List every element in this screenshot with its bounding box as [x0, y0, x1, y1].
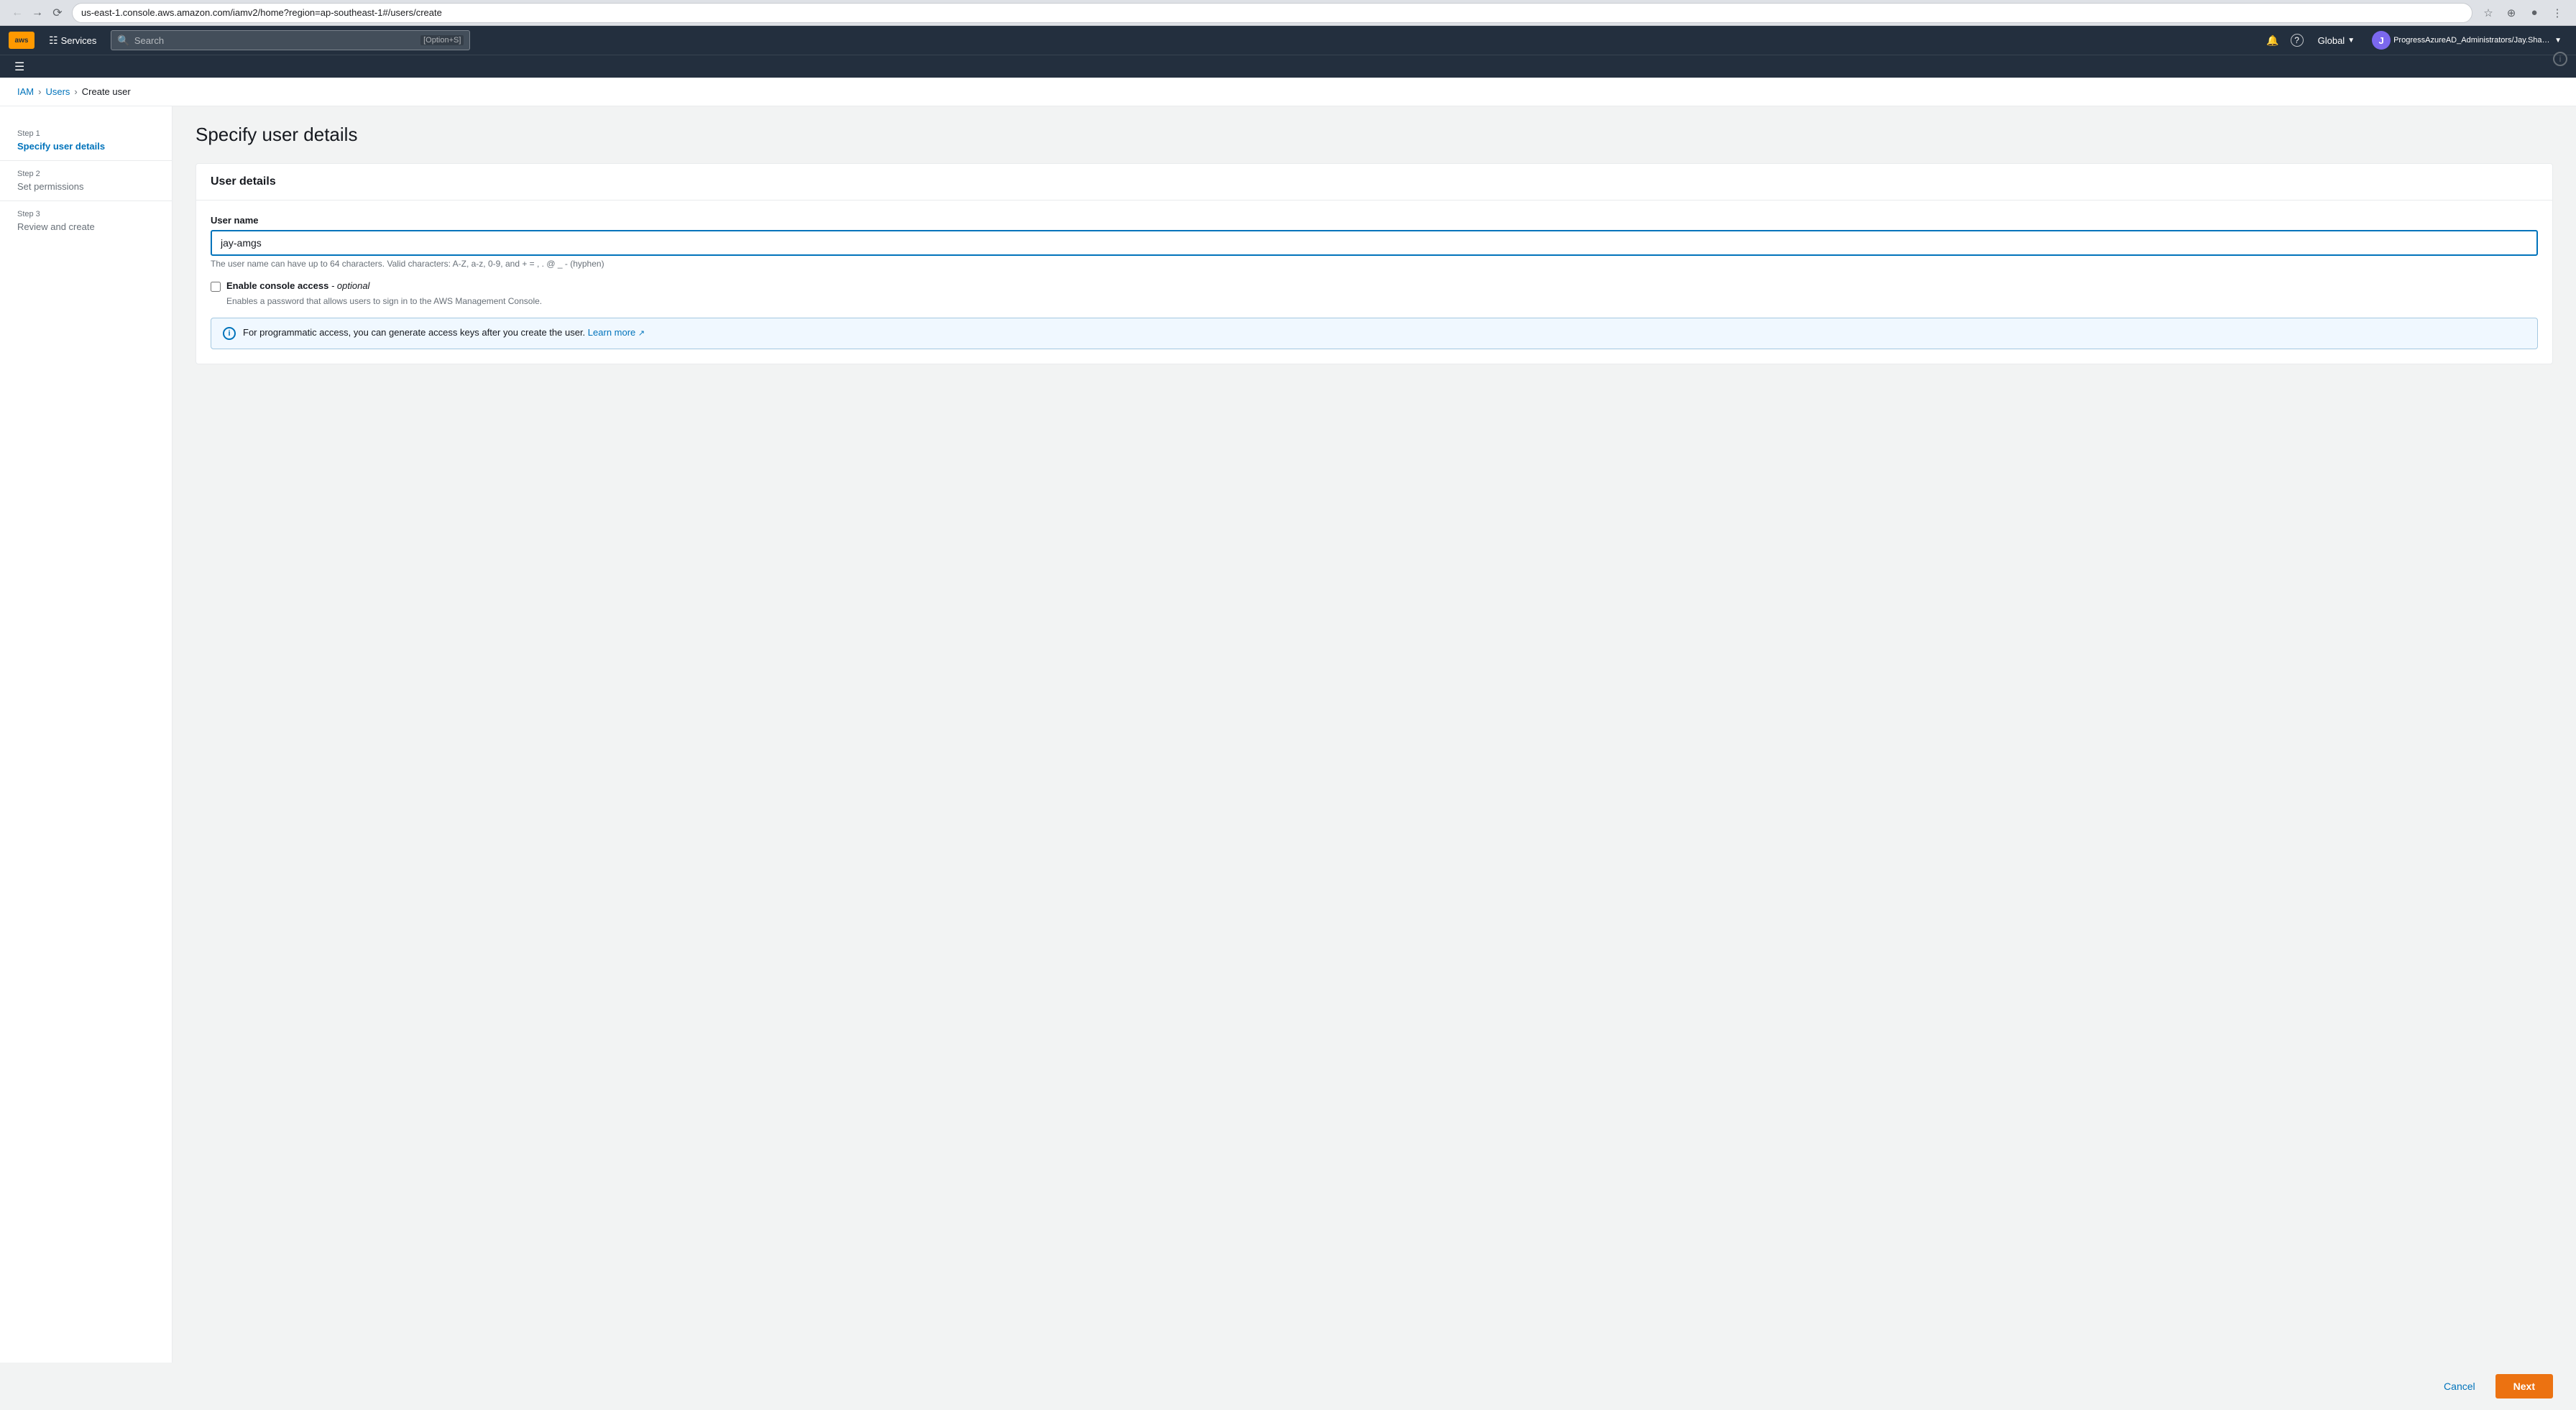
username-form-group: User name The user name can have up to 6… — [211, 215, 2538, 269]
info-circle-icon: i — [223, 327, 236, 340]
services-label: Services — [61, 35, 97, 46]
footer-actions: Cancel Next — [0, 1363, 2576, 1410]
aws-logo[interactable]: aws — [9, 32, 34, 49]
console-access-checkbox[interactable] — [211, 282, 221, 292]
aws-logo-icon: aws — [9, 32, 34, 49]
browser-refresh-button[interactable]: ⟳ — [49, 4, 66, 22]
region-button[interactable]: Global ▼ — [2312, 32, 2360, 49]
browser-bookmark-button[interactable]: ☆ — [2478, 3, 2498, 23]
search-icon: 🔍 — [117, 34, 129, 47]
sidebar: Step 1 Specify user details Step 2 Set p… — [0, 106, 172, 1363]
card-title: User details — [211, 175, 2538, 188]
content-area: Specify user details User details User n… — [172, 106, 2576, 1363]
account-button[interactable]: J ProgressAzureAD_Administrators/Jay.Sha… — [2366, 28, 2567, 52]
topnav-right: 🔔 ? Global ▼ J ProgressAzureAD_Administr… — [2263, 28, 2567, 52]
console-access-description: Enables a password that allows users to … — [226, 296, 2538, 306]
breadcrumb-sep-1: › — [38, 86, 41, 97]
help-button[interactable]: ? — [2288, 31, 2306, 50]
console-access-row: Enable console access - optional — [211, 280, 2538, 292]
breadcrumb-users[interactable]: Users — [45, 86, 70, 97]
info-box-text: For programmatic access, you can generat… — [243, 327, 645, 338]
card-body: User name The user name can have up to 6… — [196, 201, 2552, 364]
breadcrumb-sep-2: › — [74, 86, 77, 97]
browser-extensions-button[interactable]: ⊕ — [2501, 3, 2521, 23]
page-title: Specify user details — [196, 124, 2553, 146]
main-layout: Step 1 Specify user details Step 2 Set p… — [0, 106, 2576, 1363]
sidebar-step-2-number: Step 2 — [17, 170, 155, 178]
browser-back-button[interactable]: ← — [9, 4, 26, 22]
user-details-card: User details User name The user name can… — [196, 163, 2553, 364]
account-label: ProgressAzureAD_Administrators/Jay.Sharm… — [2393, 36, 2552, 45]
browser-nav-buttons: ← → ⟳ — [9, 4, 66, 22]
page-layout: IAM › Users › Create user Step 1 Specify… — [0, 78, 2576, 1410]
browser-forward-button[interactable]: → — [29, 4, 46, 22]
browser-actions: ☆ ⊕ ● ⋮ — [2478, 3, 2567, 23]
username-hint: The user name can have up to 64 characte… — [211, 259, 2538, 269]
sidebar-step-2-title: Set permissions — [17, 181, 155, 192]
bell-icon: 🔔 — [2266, 34, 2278, 47]
username-label: User name — [211, 215, 2538, 226]
sidebar-step-1-title: Specify user details — [17, 141, 155, 152]
info-text: For programmatic access, you can generat… — [243, 327, 585, 338]
browser-url: us-east-1.console.aws.amazon.com/iamv2/h… — [81, 7, 2463, 18]
sidebar-step-2[interactable]: Step 2 Set permissions — [0, 161, 172, 201]
grid-icon: ☷ — [49, 34, 58, 47]
search-shortcut: [Option+S] — [420, 35, 464, 45]
sidebar-step-1[interactable]: Step 1 Specify user details — [0, 121, 172, 161]
region-label: Global — [2318, 35, 2345, 46]
notifications-button[interactable]: 🔔 — [2263, 32, 2281, 50]
breadcrumb-current: Create user — [82, 86, 131, 97]
sidebar-step-3-title: Review and create — [17, 221, 155, 232]
breadcrumb: IAM › Users › Create user — [0, 78, 2576, 106]
account-chevron-icon: ▼ — [2554, 37, 2562, 45]
console-access-optional: - optional — [328, 280, 369, 291]
aws-search-bar[interactable]: 🔍 [Option+S] — [111, 30, 470, 50]
console-access-label: Enable console access - optional — [226, 280, 369, 291]
sidebar-step-3-number: Step 3 — [17, 210, 155, 218]
services-button[interactable]: ☷ Services — [43, 32, 102, 50]
info-icon: i — [2553, 52, 2567, 66]
card-header: User details — [196, 164, 2552, 201]
browser-profile-button[interactable]: ● — [2524, 3, 2544, 23]
chevron-down-icon: ▼ — [2347, 37, 2355, 45]
console-access-group: Enable console access - optional Enables… — [211, 280, 2538, 306]
help-icon: ? — [2291, 34, 2304, 47]
console-access-label-main: Enable console access — [226, 280, 328, 291]
search-input[interactable] — [134, 35, 420, 46]
browser-menu-button[interactable]: ⋮ — [2547, 3, 2567, 23]
browser-chrome: ← → ⟳ us-east-1.console.aws.amazon.com/i… — [0, 0, 2576, 26]
sidebar-step-1-number: Step 1 — [17, 129, 155, 138]
aws-topnav: aws ☷ Services 🔍 [Option+S] 🔔 ? Global ▼… — [0, 26, 2576, 55]
next-button[interactable]: Next — [2496, 1374, 2553, 1399]
hamburger-button[interactable]: ☰ — [9, 57, 30, 77]
breadcrumb-iam[interactable]: IAM — [17, 86, 34, 97]
sidebar-step-3[interactable]: Step 3 Review and create — [0, 201, 172, 241]
programmatic-access-info: i For programmatic access, you can gener… — [211, 318, 2538, 349]
avatar: J — [2372, 31, 2391, 50]
learn-more-link[interactable]: Learn more ↗ — [588, 327, 645, 338]
browser-address-bar[interactable]: us-east-1.console.aws.amazon.com/iamv2/h… — [72, 3, 2472, 23]
cancel-button[interactable]: Cancel — [2432, 1375, 2487, 1398]
page-info-button[interactable]: i — [2553, 52, 2567, 66]
secondary-nav: ☰ — [0, 55, 2576, 78]
external-link-icon: ↗ — [638, 329, 645, 338]
username-input[interactable] — [211, 230, 2538, 256]
